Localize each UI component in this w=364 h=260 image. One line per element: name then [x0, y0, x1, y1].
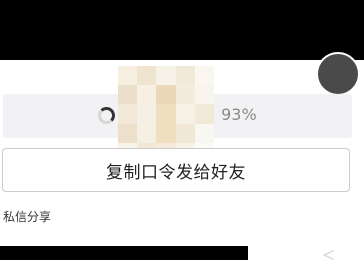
spinner-icon	[98, 107, 115, 124]
copy-invite-code-button[interactable]: 复制口令发给好友	[2, 148, 350, 192]
share-screen: 93% 复制口令发给好友 私信分享	[0, 0, 364, 260]
top-right-avatar-button[interactable]	[316, 52, 360, 96]
private-message-share-title: 私信分享	[3, 210, 52, 224]
back-arrow-icon	[323, 250, 334, 260]
bottom-dark-strip	[0, 246, 248, 260]
progress-percent: 93%	[221, 105, 257, 124]
